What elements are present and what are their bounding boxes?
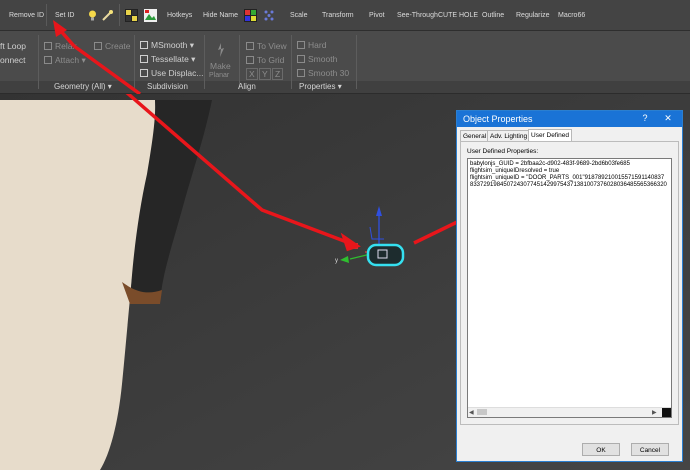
scroll-left-icon[interactable]: ◀ — [469, 409, 476, 416]
pivot-button[interactable]: Pivot — [369, 0, 385, 30]
scroll-right-icon[interactable]: ▶ — [652, 409, 659, 416]
align-z-button[interactable]: Z — [272, 68, 284, 80]
object-properties-dialog: Object Properties ? ✕ General Adv. Light… — [456, 110, 683, 462]
align-z-label: Z — [275, 69, 281, 79]
hard-label: Hard — [308, 40, 327, 50]
properties-group-label: Properties — [299, 82, 336, 91]
ok-button[interactable]: OK — [582, 443, 620, 456]
dialog-title-bar[interactable]: Object Properties ? ✕ — [457, 111, 682, 127]
transform-button[interactable]: Transform — [322, 0, 354, 30]
hard-button[interactable]: Hard — [297, 40, 326, 50]
property-line: 8337291984507243077451429975437138100737… — [470, 182, 667, 188]
align-y-button[interactable]: Y — [259, 68, 271, 80]
gizmo-axis-y-label: y — [335, 258, 338, 264]
align-y-label: Y — [262, 69, 268, 79]
properties-group-title[interactable]: Properties ▾ — [299, 82, 342, 93]
smooth30-icon — [297, 69, 305, 77]
property-line: babylonjs_GUID = 2bfbaa2c-d902-483f-9689… — [470, 161, 630, 167]
annotation-arrow-overlay — [53, 20, 142, 94]
selected-object[interactable] — [366, 243, 405, 267]
help-button[interactable]: ? — [640, 113, 650, 123]
smooth-label: Smooth — [308, 54, 338, 64]
smooth30-button[interactable]: Smooth 30 — [297, 68, 349, 78]
macro66-button[interactable]: Macro66 — [558, 0, 585, 30]
see-through-button[interactable]: See-Through — [397, 0, 438, 30]
horizontal-scrollbar[interactable]: ◀ ▶ — [468, 407, 671, 417]
smooth-icon — [297, 55, 305, 63]
outline-button[interactable]: Outline — [482, 0, 504, 30]
user-defined-properties-textarea[interactable]: babylonjs_GUID = 2bfbaa2c-d902-483f-9689… — [467, 158, 672, 418]
pivot-label: Pivot — [369, 11, 385, 19]
macro66-label: Macro66 — [558, 11, 586, 19]
dots-pattern-icon — [264, 10, 274, 20]
transform-label: Transform — [322, 11, 354, 19]
dots-button[interactable] — [263, 0, 276, 30]
regularize-button[interactable]: Regularize — [516, 0, 549, 30]
property-line: flightsim_uniqueID = "DOOR_PARTS_001"918… — [470, 175, 665, 181]
see-through-label: See-Through — [397, 11, 438, 19]
scale-button[interactable]: Scale — [290, 0, 308, 30]
tab-adv-lighting[interactable]: Adv. Lighting — [487, 130, 531, 141]
arrow-to-set-id-upper — [72, 44, 142, 94]
hard-icon — [297, 41, 305, 49]
scale-label: Scale — [290, 11, 308, 19]
smooth30-label: Smooth 30 — [308, 68, 350, 78]
dialog-title: Object Properties — [463, 114, 533, 124]
dropdown-arrow-icon: ▾ — [335, 82, 342, 91]
user-defined-panel: User Defined Properties: babylonjs_GUID … — [460, 141, 679, 425]
property-line: flightsim_uniqueIDresolved = true — [470, 168, 560, 174]
regularize-label: Regularize — [516, 11, 550, 19]
scrollbar-thumb[interactable] — [477, 409, 487, 415]
tab-general[interactable]: General — [460, 130, 490, 141]
cute-hole-button[interactable]: CUTE HOLE — [438, 0, 478, 30]
ribbon-divider — [291, 35, 292, 89]
close-button[interactable]: ✕ — [662, 113, 674, 124]
cute-hole-label: CUTE HOLE — [438, 11, 479, 19]
to-grid-label: To Grid — [257, 55, 285, 65]
to-view-label: To View — [257, 41, 287, 51]
user-defined-properties-label: User Defined Properties: — [467, 148, 539, 155]
scrollbar-corner — [662, 408, 671, 417]
outline-label: Outline — [482, 11, 505, 19]
ribbon-divider — [356, 35, 357, 89]
smooth-button[interactable]: Smooth — [297, 54, 337, 64]
cancel-button[interactable]: Cancel — [631, 443, 669, 456]
